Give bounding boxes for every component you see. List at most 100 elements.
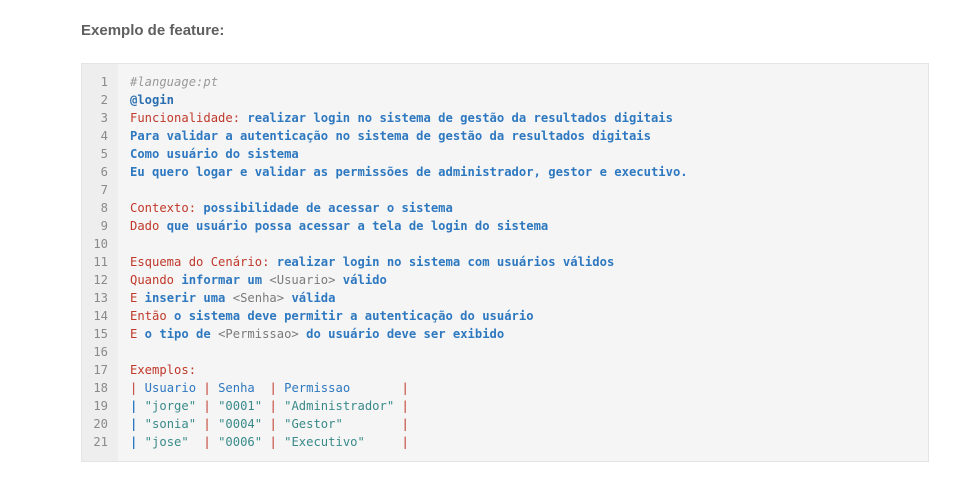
code-text: | "jose" | "0006" | "Executivo" | bbox=[130, 433, 409, 451]
line-number: 11 bbox=[93, 255, 108, 269]
line-number: 16 bbox=[93, 345, 108, 359]
code-text: Contexto: possibilidade de acessar o sis… bbox=[130, 199, 453, 217]
code-line: 15 E o tipo de <Permissao> do usuário dev… bbox=[82, 325, 928, 343]
code-token: "0001" bbox=[210, 399, 270, 413]
code-token: #language:pt bbox=[130, 75, 219, 89]
code-token: realizar login no sistema com usuários v… bbox=[269, 255, 615, 269]
line-number: 8 bbox=[100, 201, 108, 215]
code-line: 7 bbox=[82, 181, 928, 199]
code-token: o tipo de bbox=[137, 327, 219, 341]
line-number: 18 bbox=[93, 381, 108, 395]
code-line: 6 Eu quero logar e validar as permissões … bbox=[82, 163, 928, 181]
code-token: Usuario bbox=[137, 381, 204, 395]
code-line: 1 #language:pt bbox=[82, 73, 928, 91]
code-text: E inserir uma <Senha> válida bbox=[130, 289, 335, 307]
code-token: <Permissao> bbox=[218, 327, 299, 341]
code-token: "Executivo" bbox=[276, 435, 402, 449]
code-token: válido bbox=[335, 273, 387, 287]
code-text: | "jorge" | "0001" | "Administrador" | bbox=[130, 397, 409, 415]
code-block: 1 #language:pt 2 @login 3 Funcionalidade: rea… bbox=[81, 63, 929, 462]
code-token: | bbox=[269, 435, 277, 449]
code-token: Eu quero logar e validar as permissões d… bbox=[130, 165, 688, 179]
code-token: possibilidade de acessar o sistema bbox=[196, 201, 453, 215]
code-token: o sistema deve permitir a autenticação d… bbox=[166, 309, 534, 323]
code-line: 16 bbox=[82, 343, 928, 361]
line-number: 20 bbox=[93, 417, 108, 431]
line-number: 6 bbox=[100, 165, 108, 179]
code-line: 11 Esquema do Cenário: realizar login no … bbox=[82, 253, 928, 271]
line-number: 10 bbox=[93, 237, 108, 251]
code-token: <Senha> bbox=[232, 291, 285, 305]
code-token: | bbox=[203, 435, 211, 449]
code-token: | bbox=[401, 435, 409, 449]
line-number: 4 bbox=[100, 129, 108, 143]
code-token: "Administrador" bbox=[276, 399, 402, 413]
code-line: 9 Dado que usuário possa acessar a tela d… bbox=[82, 217, 928, 235]
code-token: | bbox=[401, 417, 409, 431]
code-line: 12 Quando informar um <Usuario> válido bbox=[82, 271, 928, 289]
code-token: "0006" bbox=[210, 435, 270, 449]
code-token: Senha bbox=[210, 381, 270, 395]
code-text: Então o sistema deve permitir a autentic… bbox=[130, 307, 534, 325]
line-number: 1 bbox=[100, 75, 108, 89]
code-token: Contexto: bbox=[130, 201, 197, 215]
line-number: 12 bbox=[93, 273, 108, 287]
code-token: Dado bbox=[130, 219, 160, 233]
code-text: | Usuario | Senha | Permissao | bbox=[130, 379, 409, 397]
line-number: 19 bbox=[93, 399, 108, 413]
line-number: 9 bbox=[100, 219, 108, 233]
code-line: 3 Funcionalidade: realizar login no siste… bbox=[82, 109, 928, 127]
code-token: inserir uma bbox=[137, 291, 233, 305]
code-line: 8 Contexto: possibilidade de acessar o si… bbox=[82, 199, 928, 217]
code-token: realizar login no sistema de gestão da r… bbox=[240, 111, 673, 125]
code-line: 5 Como usuário do sistema bbox=[82, 145, 928, 163]
code-token: | bbox=[269, 381, 277, 395]
code-text: | "sonia" | "0004" | "Gestor" | bbox=[130, 415, 409, 433]
line-number: 3 bbox=[100, 111, 108, 125]
code-token: Então bbox=[130, 309, 167, 323]
line-number: 7 bbox=[100, 183, 108, 197]
code-line: 20 | "sonia" | "0004" | "Gestor" | bbox=[82, 415, 928, 433]
code-text: E o tipo de <Permissao> do usuário deve … bbox=[130, 325, 504, 343]
code-token: Quando bbox=[130, 273, 175, 287]
line-number: 15 bbox=[93, 327, 108, 341]
code-token: válida bbox=[284, 291, 336, 305]
code-token: "jorge" bbox=[137, 399, 204, 413]
code-token: Para validar a autenticação no sistema d… bbox=[130, 129, 651, 143]
code-text: #language:pt bbox=[130, 73, 218, 91]
code-lines: 1 #language:pt 2 @login 3 Funcionalidade: rea… bbox=[82, 73, 928, 451]
code-token: Permissao bbox=[276, 381, 402, 395]
code-token: | bbox=[269, 399, 277, 413]
line-number: 13 bbox=[93, 291, 108, 305]
code-token: Funcionalidade: bbox=[130, 111, 241, 125]
code-token: Exemplos: bbox=[130, 363, 197, 377]
code-token: | bbox=[203, 417, 211, 431]
code-line: 2 @login bbox=[82, 91, 928, 109]
code-token: do usuário deve ser exibido bbox=[298, 327, 505, 341]
code-token: | bbox=[401, 399, 409, 413]
code-line: 10 bbox=[82, 235, 928, 253]
code-text: Exemplos: bbox=[130, 361, 196, 379]
code-token: "sonia" bbox=[137, 417, 204, 431]
code-token: "jose" bbox=[137, 435, 204, 449]
code-text: Como usuário do sistema bbox=[130, 145, 299, 163]
code-line: 4 Para validar a autenticação no sistema … bbox=[82, 127, 928, 145]
code-line: 21 | "jose" | "0006" | "Executivo" | bbox=[82, 433, 928, 451]
code-text: Para validar a autenticação no sistema d… bbox=[130, 127, 651, 145]
code-line: 17 Exemplos: bbox=[82, 361, 928, 379]
code-text: Dado que usuário possa acessar a tela de… bbox=[130, 217, 548, 235]
code-token: Esquema do Cenário: bbox=[130, 255, 270, 269]
code-text: Funcionalidade: realizar login no sistem… bbox=[130, 109, 673, 127]
code-token: <Usuario> bbox=[269, 273, 336, 287]
line-number: 5 bbox=[100, 147, 108, 161]
line-number: 17 bbox=[93, 363, 108, 377]
section-heading: Exemplo de feature: bbox=[81, 22, 225, 39]
code-text: Quando informar um <Usuario> válido bbox=[130, 271, 387, 289]
code-line: 13 E inserir uma <Senha> válida bbox=[82, 289, 928, 307]
code-token: @login bbox=[130, 93, 175, 107]
code-token: "0004" bbox=[210, 417, 270, 431]
code-token: | bbox=[203, 399, 211, 413]
code-token: | bbox=[269, 417, 277, 431]
code-token: | bbox=[401, 381, 409, 395]
code-token: "Gestor" bbox=[276, 417, 402, 431]
